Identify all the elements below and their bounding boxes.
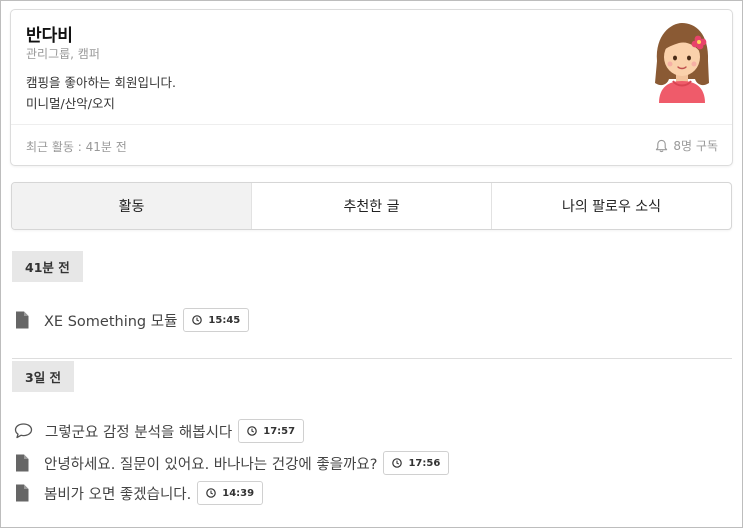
profile-bio: 캠핑을 좋아하는 회원입니다.	[26, 75, 176, 90]
tab-following-news[interactable]: 나의 팔로우 소식	[492, 183, 731, 229]
time-badge-text: 17:57	[263, 425, 296, 437]
girl-avatar-icon[interactable]	[651, 21, 713, 103]
tab-activity[interactable]: 활동	[12, 183, 252, 229]
time-group-label: 3일 전	[12, 361, 75, 392]
activity-item-title[interactable]: 봄비가 오면 좋겠습니다.	[44, 483, 191, 504]
activity-item[interactable]: 안녕하세요. 질문이 있어요. 바나나는 건강에 좋을까요? 17:56	[14, 451, 450, 475]
time-badge: 17:57	[238, 419, 305, 443]
profile-tags: 미니멀/산악/오지	[26, 96, 115, 111]
activity-item-title[interactable]: 안녕하세요. 질문이 있어요. 바나나는 건강에 좋을까요?	[44, 453, 377, 474]
time-badge-text: 15:45	[208, 314, 241, 326]
time-badge-text: 17:56	[408, 457, 441, 469]
clock-icon	[392, 458, 403, 468]
document-icon	[16, 454, 29, 472]
bell-icon	[656, 139, 668, 152]
subscribe-button[interactable]: 8명 구독	[655, 137, 718, 154]
clock-icon	[247, 426, 258, 436]
activity-item-title[interactable]: XE Something 모듈	[44, 310, 177, 331]
section-divider	[12, 358, 732, 359]
profile-groups: 관리그룹, 캠퍼	[26, 47, 100, 61]
time-badge-text: 14:39	[222, 487, 255, 499]
time-badge: 14:39	[197, 481, 264, 505]
time-group-label: 41분 전	[12, 251, 83, 282]
time-badge: 15:45	[183, 308, 250, 332]
document-icon	[16, 311, 29, 329]
profile-card: 반다비 관리그룹, 캠퍼 캠핑을 좋아하는 회원입니다. 미니멀/산악/오지 최…	[10, 9, 733, 166]
activity-item[interactable]: 그렇군요 감정 분석을 해봅시다 17:57	[14, 419, 305, 443]
clock-icon	[206, 488, 217, 498]
activity-tabs: 활동 추천한 글 나의 팔로우 소식	[11, 182, 732, 230]
time-badge: 17:56	[383, 451, 450, 475]
activity-item[interactable]: 봄비가 오면 좋겠습니다. 14:39	[14, 481, 264, 505]
subscriber-count: 8명 구독	[673, 139, 718, 153]
activity-item-title[interactable]: 그렇군요 감정 분석을 해봅시다	[45, 421, 232, 442]
profile-name[interactable]: 반다비	[26, 21, 73, 46]
card-divider	[11, 124, 732, 125]
tab-recommended-posts[interactable]: 추천한 글	[252, 183, 492, 229]
comment-icon	[14, 423, 33, 439]
activity-item[interactable]: XE Something 모듈 15:45	[14, 308, 250, 332]
clock-icon	[192, 315, 203, 325]
document-icon	[16, 484, 29, 502]
last-activity: 최근 활동 : 41분 전	[26, 140, 127, 154]
